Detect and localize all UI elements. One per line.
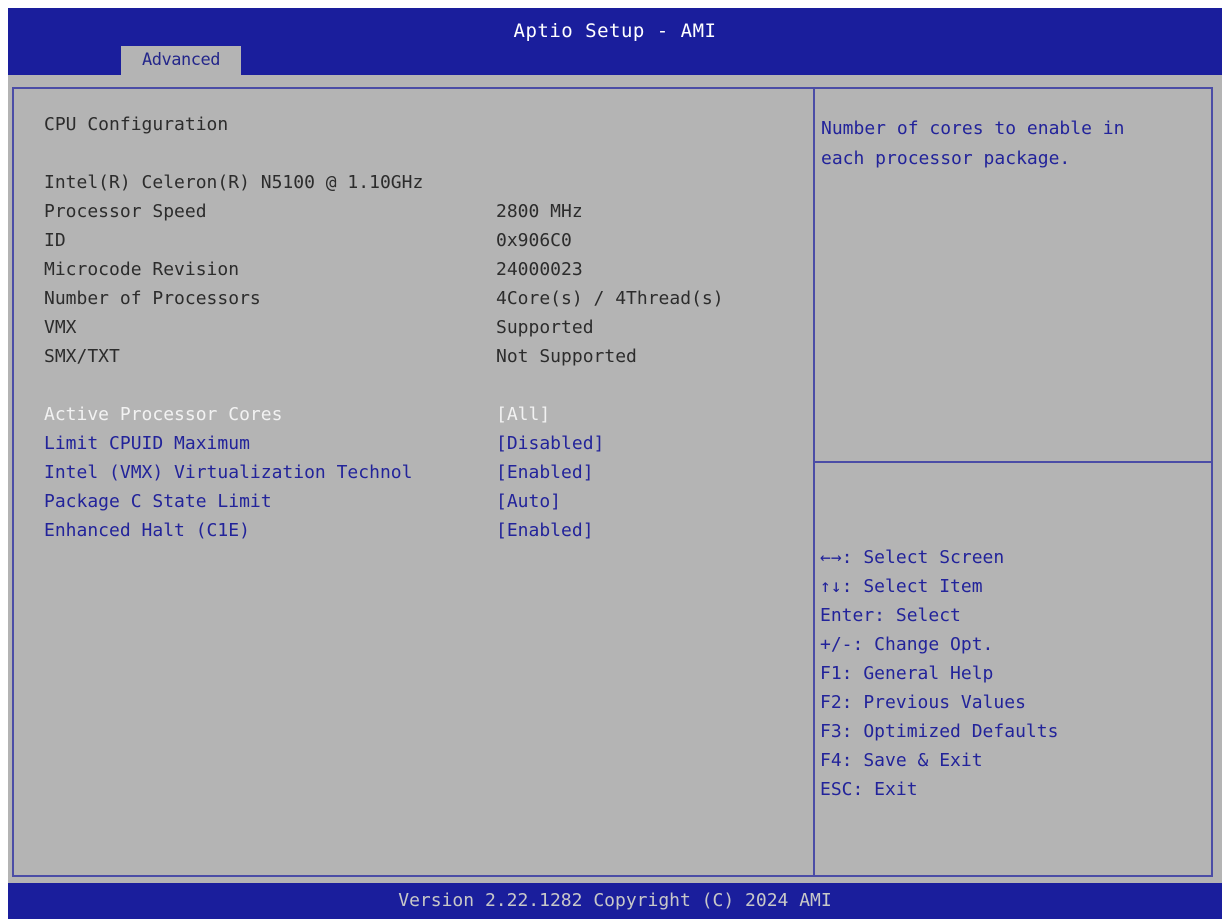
key-esc-exit: ESC: Exit [820,779,918,800]
info-label-id: ID [44,230,66,251]
header-bar: Aptio Setup - AMI Advanced [8,8,1222,75]
version-text: Version 2.22.1282 Copyright (C) 2024 AMI [398,890,832,911]
key-previous-values: F2: Previous Values [820,692,1026,713]
section-title: CPU Configuration [44,114,229,135]
info-label-microcode: Microcode Revision [44,259,240,280]
option-value-vmx-virtualization[interactable]: [Enabled] [496,462,594,484]
info-label-smx-txt: SMX/TXT [44,346,120,367]
key-legend: ←→: Select Screen ↑↓: Select Item Enter:… [820,547,1058,808]
key-general-help: F1: General Help [820,663,994,684]
info-value-processors: 4Core(s) / 4Thread(s) [496,288,724,309]
option-value-limit-cpuid-maximum[interactable]: [Disabled] [496,433,604,455]
info-label-vmx: VMX [44,317,77,338]
tab-advanced[interactable]: Advanced [121,46,241,75]
info-value-microcode: 24000023 [496,259,583,280]
option-limit-cpuid-maximum[interactable]: Limit CPUID Maximum [44,433,250,455]
key-save-exit: F4: Save & Exit [820,750,983,771]
option-vmx-virtualization[interactable]: Intel (VMX) Virtualization Technol [44,462,412,484]
key-select-item: ↑↓: Select Item [820,576,983,597]
help-divider [815,461,1213,463]
option-value-enhanced-halt[interactable]: [Enabled] [496,520,594,542]
vertical-divider [813,87,815,877]
help-line-1: Number of cores to enable in [821,118,1125,139]
option-active-processor-cores[interactable]: Active Processor Cores [44,404,282,426]
bios-screen: Aptio Setup - AMI Advanced CPU Configura… [8,8,1222,919]
key-optimized-defaults: F3: Optimized Defaults [820,721,1059,742]
info-value-id: 0x906C0 [496,230,572,251]
info-value-smx-txt: Not Supported [496,346,637,367]
option-package-c-state-limit[interactable]: Package C State Limit [44,491,272,513]
help-line-2: each processor package. [821,148,1071,169]
help-text: Number of cores to enable in each proces… [821,114,1201,174]
processor-name: Intel(R) Celeron(R) N5100 @ 1.10GHz [44,172,424,193]
info-value-vmx: Supported [496,317,594,338]
setup-panel: CPU Configuration Intel(R) Celeron(R) N5… [8,75,1222,883]
app-title: Aptio Setup - AMI [513,20,717,42]
option-value-active-processor-cores[interactable]: [All] [496,404,550,426]
key-enter-select: Enter: Select [820,605,961,626]
key-change-opt: +/-: Change Opt. [820,634,994,655]
key-select-screen: ←→: Select Screen [820,547,1005,568]
info-value-processor-speed: 2800 MHz [496,201,583,222]
option-value-package-c-state-limit[interactable]: [Auto] [496,491,561,513]
info-label-processors: Number of Processors [44,288,261,309]
option-enhanced-halt[interactable]: Enhanced Halt (C1E) [44,520,250,542]
footer-bar: Version 2.22.1282 Copyright (C) 2024 AMI [8,883,1222,919]
info-label-processor-speed: Processor Speed [44,201,207,222]
